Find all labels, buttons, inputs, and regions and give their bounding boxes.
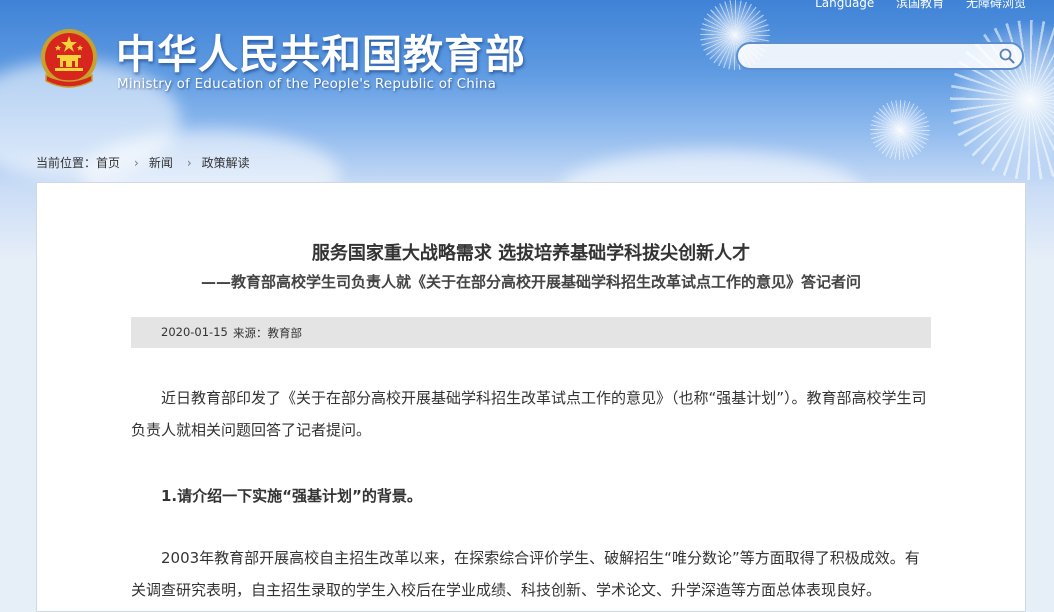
article-meta: 2020-01-15 来源：教育部 — [131, 317, 931, 348]
breadcrumb-home[interactable]: 首页 — [96, 156, 120, 170]
article-container: 服务国家重大战略需求 选拔培养基础学科拔尖创新人才 ——教育部高校学生司负责人就… — [36, 182, 1026, 612]
article-section-heading: 1.请介绍一下实施“强基计划”的背景。 — [161, 487, 422, 505]
breadcrumb-policy[interactable]: 政策解读 — [202, 156, 250, 170]
chevron-right-icon: › — [186, 156, 192, 170]
article-paragraph: 近日教育部印发了《关于在部分高校开展基础学科招生改革试点工作的意见》（也称“强基… — [131, 389, 927, 439]
search-box — [736, 42, 1024, 70]
breadcrumb-prefix: 当前位置： — [36, 156, 97, 170]
top-links: Language 滨国教育 无障碍浏览 — [797, 0, 1026, 11]
breadcrumb-news[interactable]: 新闻 — [149, 156, 173, 170]
top-link-guojiao[interactable]: 滨国教育 — [896, 0, 944, 10]
top-link-accessibility[interactable]: 无障碍浏览 — [966, 0, 1026, 10]
search-input[interactable] — [750, 47, 994, 67]
article-date: 2020-01-15 — [161, 325, 228, 339]
breadcrumb: 当前位置：首页 › 新闻 › 政策解读 — [36, 154, 250, 171]
article-title: 服务国家重大战略需求 选拔培养基础学科拔尖创新人才 — [311, 243, 751, 264]
article-source: 来源：教育部 — [233, 326, 302, 340]
search-icon[interactable] — [998, 47, 1016, 65]
chevron-right-icon: › — [134, 156, 139, 170]
dandelion-decoration — [870, 100, 930, 160]
article-subtitle: ——教育部高校学生司负责人就《关于在部分高校开展基础学科招生改革试点工作的意见》… — [200, 273, 861, 291]
top-link-language[interactable]: Language — [815, 0, 874, 10]
article-paragraph: 2003年教育部开展高校自主招生改革以来，在探索综合评价学生、破解招生“唯分数论… — [131, 549, 920, 599]
site-title-en: Ministry of Education of the People's Re… — [117, 76, 497, 92]
national-emblem-icon — [41, 29, 97, 88]
site-title-cn[interactable]: 中华人民共和国教育部 — [116, 22, 526, 80]
